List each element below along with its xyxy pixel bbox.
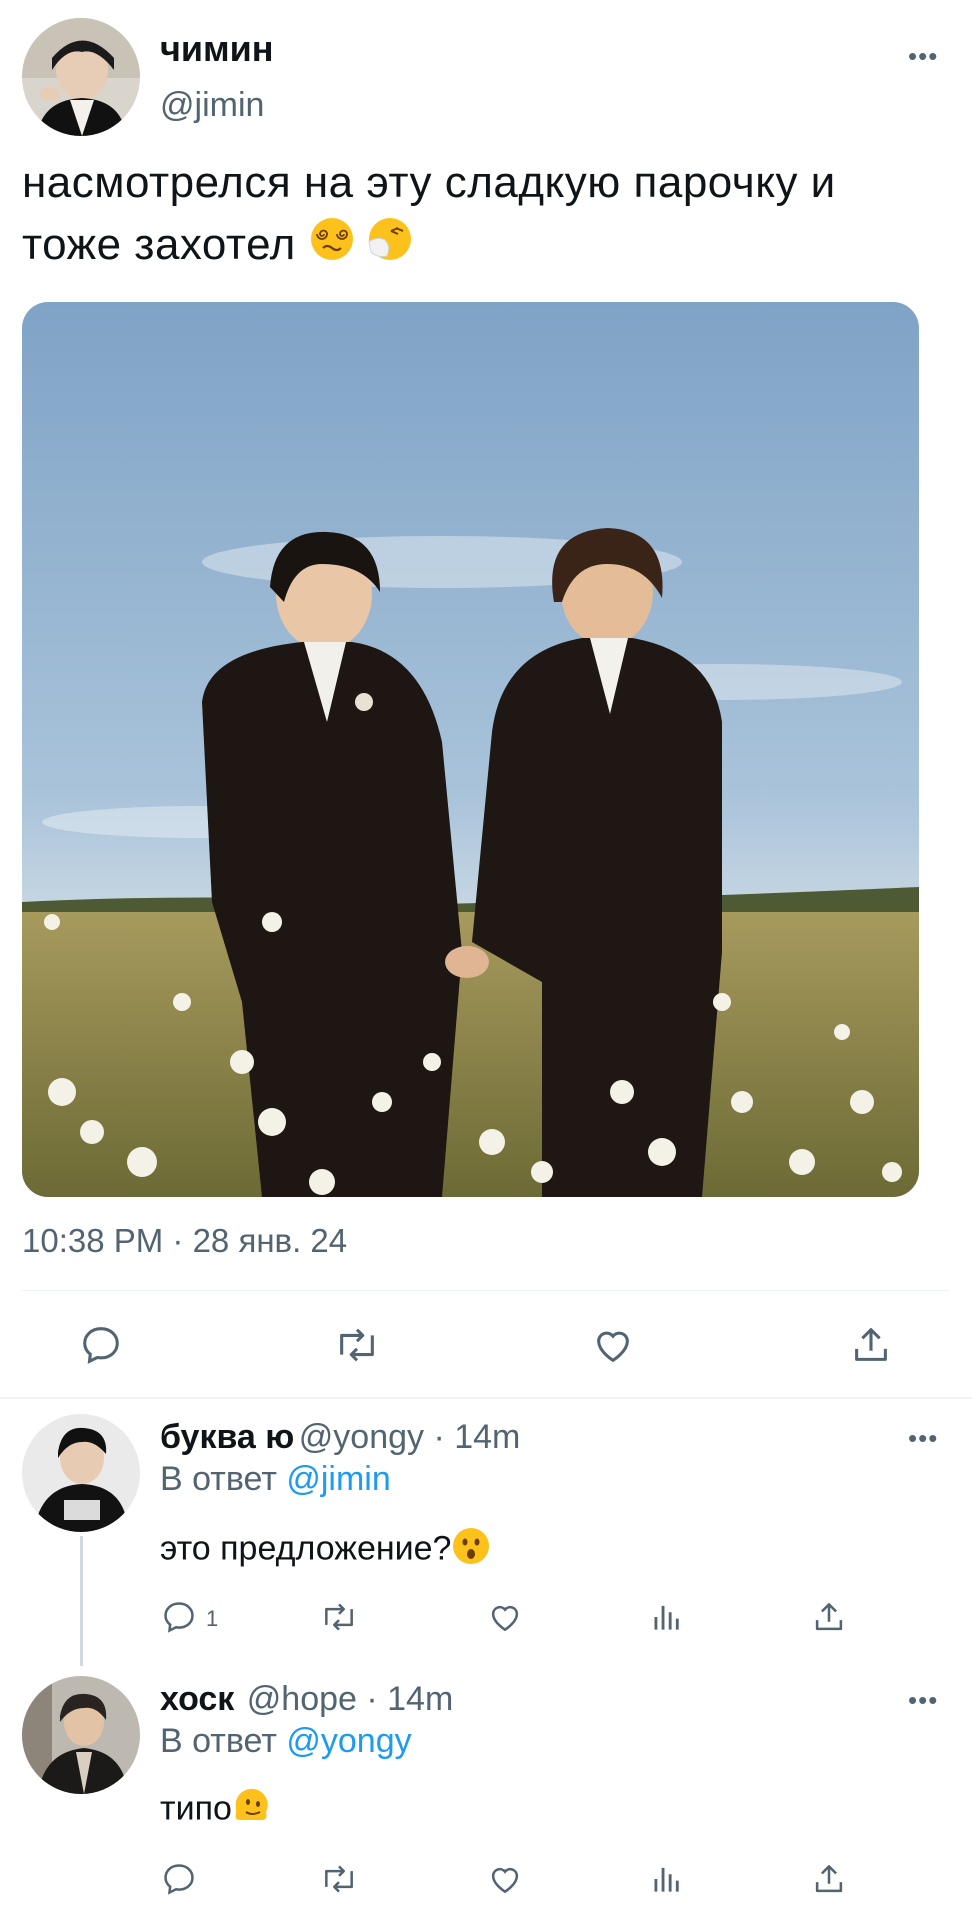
reply-author-handle[interactable]: @yongy · 14m — [299, 1418, 521, 1456]
reply-header: буква ю @yongy · 14m — [160, 1418, 520, 1457]
more-options-icon[interactable]: ••• — [908, 1425, 938, 1451]
like-icon[interactable] — [486, 1598, 524, 1636]
more-options-icon[interactable]: ••• — [908, 43, 938, 69]
replying-to: В ответ @jimin — [160, 1460, 391, 1498]
share-icon[interactable] — [810, 1860, 848, 1898]
dizzy-face-emoji-icon — [309, 216, 355, 279]
retweet-icon[interactable] — [318, 1860, 360, 1898]
like-icon[interactable] — [590, 1322, 636, 1368]
tweet-timestamp[interactable]: 10:38 PM · 28 янв. 24 — [22, 1222, 347, 1260]
author-avatar[interactable] — [22, 18, 140, 136]
retweet-icon[interactable] — [332, 1322, 382, 1368]
sneezing-face-emoji-icon — [367, 216, 413, 279]
share-icon[interactable] — [848, 1322, 894, 1368]
melting-face-emoji-icon — [232, 1786, 272, 1835]
reply-icon[interactable] — [160, 1598, 198, 1636]
tweet-text-line-2: тоже захотел — [22, 214, 952, 279]
like-icon[interactable] — [486, 1860, 524, 1898]
replying-to: В ответ @yongy — [160, 1722, 412, 1760]
author-name[interactable]: чимин — [160, 28, 274, 70]
astonished-face-emoji-icon — [451, 1526, 491, 1575]
reply-icon[interactable] — [78, 1322, 124, 1368]
reply-avatar-hope[interactable] — [22, 1676, 140, 1794]
mention-link[interactable]: @yongy — [286, 1722, 411, 1760]
reply-header: хоск @hope · 14m — [160, 1680, 453, 1719]
reply-text: это предложение? — [160, 1526, 491, 1575]
divider — [22, 1290, 950, 1291]
tweet-text-line-1: насмотрелся на эту сладкую парочку и — [22, 158, 836, 207]
reply-author-handle[interactable]: @hope · 14m — [247, 1680, 454, 1718]
retweet-icon[interactable] — [318, 1598, 360, 1636]
section-divider — [0, 1397, 972, 1399]
share-icon[interactable] — [810, 1598, 848, 1636]
more-options-icon[interactable]: ••• — [908, 1687, 938, 1713]
mention-link[interactable]: @jimin — [286, 1460, 390, 1498]
views-icon[interactable] — [648, 1598, 686, 1636]
reply-icon[interactable] — [160, 1860, 198, 1898]
thread-line — [80, 1536, 83, 1666]
reply-count: 1 — [206, 1606, 219, 1631]
reply-author-name[interactable]: буква ю — [160, 1418, 294, 1456]
views-icon[interactable] — [648, 1860, 686, 1898]
reply-avatar-yongy[interactable] — [22, 1414, 140, 1532]
tweet-text: насмотрелся на эту сладкую парочку и тож… — [22, 152, 952, 279]
author-handle[interactable]: @jimin — [160, 86, 264, 125]
reply-author-name[interactable]: хоск — [160, 1680, 234, 1718]
reply-text: типо — [160, 1786, 272, 1835]
tweet-photo[interactable] — [22, 302, 919, 1197]
